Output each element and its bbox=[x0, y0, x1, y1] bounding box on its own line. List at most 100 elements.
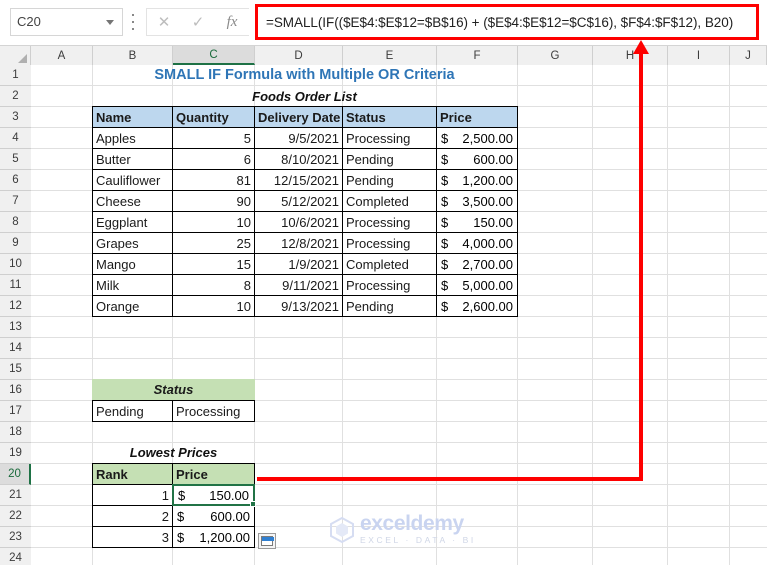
order-cell-price[interactable]: $ 4,000.00 bbox=[436, 232, 518, 254]
row-header-4[interactable]: 4 bbox=[0, 128, 31, 149]
cancel-icon[interactable]: ✕ bbox=[147, 9, 181, 35]
order-cell-name[interactable]: Grapes bbox=[92, 232, 173, 254]
lowest-price-3[interactable]: $ 1,200.00 bbox=[172, 526, 255, 548]
lowest-rank-3[interactable]: 3 bbox=[92, 526, 173, 548]
row-header-17[interactable]: 17 bbox=[0, 401, 31, 422]
order-cell-price[interactable]: $ 3,500.00 bbox=[436, 190, 518, 212]
status-value-processing[interactable]: Processing bbox=[172, 400, 255, 422]
order-cell-date[interactable]: 12/15/2021 bbox=[254, 169, 343, 191]
lowest-rank-2[interactable]: 2 bbox=[92, 505, 173, 527]
currency-symbol: $ bbox=[441, 151, 449, 167]
order-cell-date[interactable]: 12/8/2021 bbox=[254, 232, 343, 254]
order-cell-date[interactable]: 8/10/2021 bbox=[254, 148, 343, 170]
order-cell-name[interactable]: Apples bbox=[92, 127, 173, 149]
order-cell-name[interactable]: Orange bbox=[92, 295, 173, 317]
order-cell-quantity[interactable]: 81 bbox=[172, 169, 255, 191]
row-header-12[interactable]: 12 bbox=[0, 296, 31, 317]
column-header-C[interactable]: C bbox=[173, 46, 255, 65]
order-cell-date[interactable]: 5/12/2021 bbox=[254, 190, 343, 212]
column-header-E[interactable]: E bbox=[343, 46, 437, 65]
selected-cell-C20[interactable]: $ 150.00 bbox=[172, 484, 256, 507]
row-header-14[interactable]: 14 bbox=[0, 338, 31, 359]
order-cell-price[interactable]: $ 2,500.00 bbox=[436, 127, 518, 149]
order-cell-price[interactable]: $ 2,600.00 bbox=[436, 295, 518, 317]
order-cell-quantity[interactable]: 90 bbox=[172, 190, 255, 212]
order-cell-name[interactable]: Cauliflower bbox=[92, 169, 173, 191]
row-header-13[interactable]: 13 bbox=[0, 317, 31, 338]
order-cell-status[interactable]: Processing bbox=[342, 211, 437, 233]
price-value: 2,700.00 bbox=[462, 256, 513, 272]
annotation-arrow-head bbox=[633, 40, 649, 54]
order-cell-price[interactable]: $ 150.00 bbox=[436, 211, 518, 233]
order-cell-date[interactable]: 9/11/2021 bbox=[254, 274, 343, 296]
order-cell-status[interactable]: Processing bbox=[342, 127, 437, 149]
row-header-24[interactable]: 24 bbox=[0, 548, 31, 565]
order-cell-name[interactable]: Milk bbox=[92, 274, 173, 296]
order-cell-status[interactable]: Processing bbox=[342, 232, 437, 254]
row-header-21[interactable]: 21 bbox=[0, 485, 31, 506]
lowest-price-2[interactable]: $ 600.00 bbox=[172, 505, 255, 527]
column-header-H[interactable]: H bbox=[593, 46, 668, 65]
row-header-5[interactable]: 5 bbox=[0, 149, 31, 170]
row-header-6[interactable]: 6 bbox=[0, 170, 31, 191]
row-header-10[interactable]: 10 bbox=[0, 254, 31, 275]
order-cell-price[interactable]: $ 2,700.00 bbox=[436, 253, 518, 275]
order-cell-name[interactable]: Cheese bbox=[92, 190, 173, 212]
row-header-2[interactable]: 2 bbox=[0, 86, 31, 107]
column-header-G[interactable]: G bbox=[518, 46, 593, 65]
order-cell-name[interactable]: Eggplant bbox=[92, 211, 173, 233]
order-cell-date[interactable]: 10/6/2021 bbox=[254, 211, 343, 233]
order-cell-status[interactable]: Processing bbox=[342, 274, 437, 296]
order-cell-price[interactable]: $ 600.00 bbox=[436, 148, 518, 170]
insert-function-icon[interactable]: fx bbox=[215, 9, 249, 35]
column-header-A[interactable]: A bbox=[31, 46, 93, 65]
order-cell-quantity[interactable]: 8 bbox=[172, 274, 255, 296]
row-header-7[interactable]: 7 bbox=[0, 191, 31, 212]
column-header-D[interactable]: D bbox=[255, 46, 343, 65]
order-cell-price[interactable]: $ 1,200.00 bbox=[436, 169, 518, 191]
column-header-B[interactable]: B bbox=[93, 46, 173, 65]
order-cell-quantity[interactable]: 6 bbox=[172, 148, 255, 170]
row-header-20[interactable]: 20 bbox=[0, 464, 31, 485]
order-cell-status[interactable]: Pending bbox=[342, 295, 437, 317]
order-cell-price[interactable]: $ 5,000.00 bbox=[436, 274, 518, 296]
row-header-16[interactable]: 16 bbox=[0, 380, 31, 401]
row-header-9[interactable]: 9 bbox=[0, 233, 31, 254]
order-cell-status[interactable]: Completed bbox=[342, 253, 437, 275]
autofill-options-icon[interactable] bbox=[258, 533, 276, 549]
lowest-rank-1[interactable]: 1 bbox=[92, 484, 173, 506]
order-cell-quantity[interactable]: 10 bbox=[172, 295, 255, 317]
row-header-18[interactable]: 18 bbox=[0, 422, 31, 443]
row-header-15[interactable]: 15 bbox=[0, 359, 31, 380]
row-header-8[interactable]: 8 bbox=[0, 212, 31, 233]
order-cell-date[interactable]: 9/13/2021 bbox=[254, 295, 343, 317]
order-cell-status[interactable]: Pending bbox=[342, 148, 437, 170]
status-value-pending[interactable]: Pending bbox=[92, 400, 173, 422]
order-cell-status[interactable]: Completed bbox=[342, 190, 437, 212]
row-header-1[interactable]: 1 bbox=[0, 65, 31, 86]
row-header-19[interactable]: 19 bbox=[0, 443, 31, 464]
order-cell-quantity[interactable]: 10 bbox=[172, 211, 255, 233]
order-cell-name[interactable]: Butter bbox=[92, 148, 173, 170]
fill-handle[interactable] bbox=[250, 501, 256, 507]
row-header-22[interactable]: 22 bbox=[0, 506, 31, 527]
order-cell-date[interactable]: 9/5/2021 bbox=[254, 127, 343, 149]
column-header-I[interactable]: I bbox=[668, 46, 730, 65]
row-header-23[interactable]: 23 bbox=[0, 527, 31, 548]
chevron-down-icon[interactable] bbox=[106, 19, 114, 25]
order-cell-quantity[interactable]: 25 bbox=[172, 232, 255, 254]
column-header-F[interactable]: F bbox=[437, 46, 518, 65]
order-cell-name[interactable]: Mango bbox=[92, 253, 173, 275]
column-header-J[interactable]: J bbox=[730, 46, 767, 65]
row-header-3[interactable]: 3 bbox=[0, 107, 31, 128]
confirm-icon[interactable]: ✓ bbox=[181, 9, 215, 35]
row-header-11[interactable]: 11 bbox=[0, 275, 31, 296]
order-cell-date[interactable]: 1/9/2021 bbox=[254, 253, 343, 275]
select-all-corner[interactable] bbox=[0, 46, 31, 65]
name-box[interactable]: C20 bbox=[10, 8, 123, 36]
formula-input[interactable]: =SMALL(IF(($E$4:$E$12=$B$16) + ($E$4:$E$… bbox=[255, 4, 759, 40]
order-cell-quantity[interactable]: 5 bbox=[172, 127, 255, 149]
order-cell-status[interactable]: Pending bbox=[342, 169, 437, 191]
worksheet-grid[interactable]: SMALL IF Formula with Multiple OR Criter… bbox=[31, 65, 767, 565]
order-cell-quantity[interactable]: 15 bbox=[172, 253, 255, 275]
